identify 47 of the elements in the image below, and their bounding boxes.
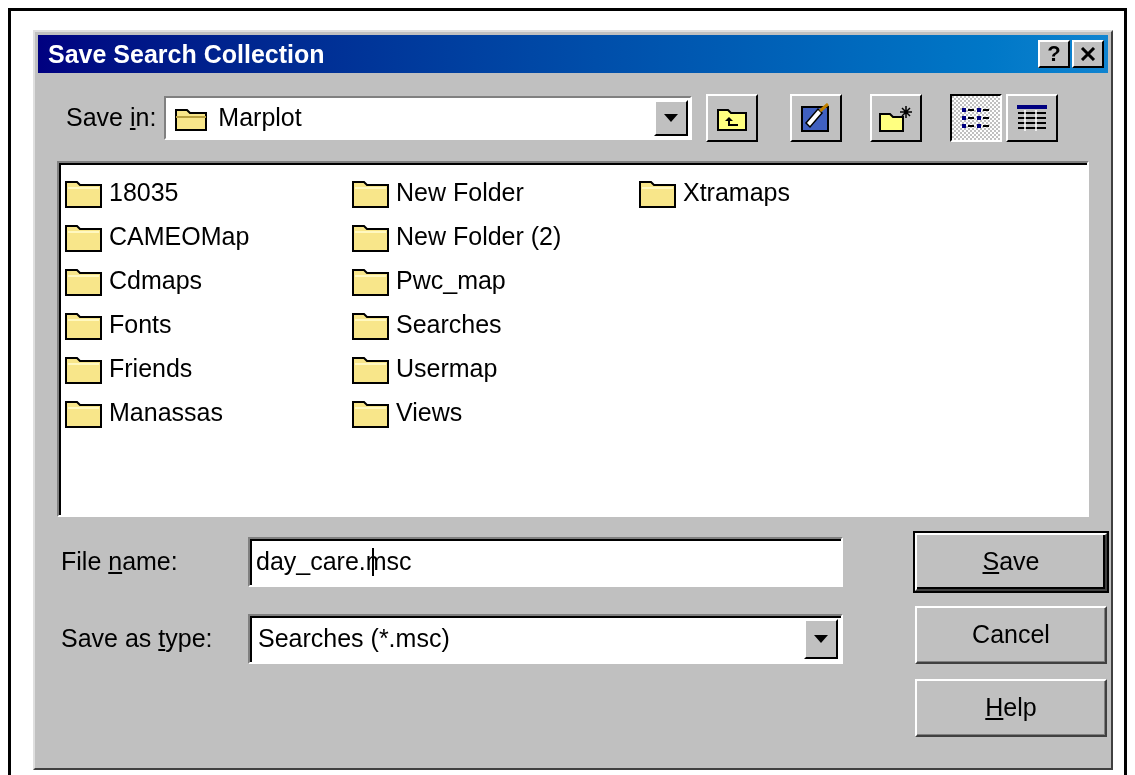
folder-icon [352, 266, 390, 296]
window-title: Save Search Collection [48, 41, 325, 67]
dialog-button[interactable]: Cancel [915, 606, 1107, 664]
folder-item[interactable]: Manassas [65, 391, 352, 435]
caret-icon [664, 114, 679, 122]
save-as-type-value: Searches (*.msc) [258, 623, 451, 655]
folder-icon [639, 178, 677, 208]
toolbar-button[interactable] [950, 94, 1003, 142]
folder-icon [352, 398, 390, 428]
folder-icon [352, 354, 390, 384]
folder-item[interactable]: New Folder (2) [352, 215, 639, 259]
folder-icon [65, 266, 103, 296]
folder-item[interactable]: Views [352, 391, 639, 435]
save-in-value: Marplot [218, 102, 303, 134]
folder-icon [65, 222, 103, 252]
folder-icon [65, 178, 103, 208]
file-name-label: File name: [61, 546, 179, 578]
close-button[interactable] [1072, 40, 1104, 68]
folder-icon [65, 354, 103, 384]
folder-item[interactable]: Cdmaps [65, 259, 352, 303]
folder-icon [352, 178, 390, 208]
dialog-button[interactable]: Help [915, 679, 1107, 737]
caret-icon [814, 635, 828, 643]
folder-item[interactable]: Friends [65, 347, 352, 391]
folder-item[interactable]: Xtramaps [639, 171, 926, 215]
close-icon [1080, 47, 1096, 61]
folder-icon [65, 310, 103, 340]
folder-item[interactable]: New Folder [352, 171, 639, 215]
save-in-dropdown[interactable]: Marplot [164, 96, 693, 140]
folder-item[interactable]: Searches [352, 303, 639, 347]
folder-icon [352, 222, 390, 252]
folder-item[interactable]: CAMEOMap [65, 215, 352, 259]
save-as-type-dropdown[interactable]: Searches (*.msc) [248, 614, 843, 664]
folder-item[interactable]: Usermap [352, 347, 639, 391]
new-folder-icon [879, 104, 914, 132]
folder-item[interactable]: Pwc_map [352, 259, 639, 303]
folder-item[interactable]: 18035 [65, 171, 352, 215]
folder-item[interactable]: Fonts [65, 303, 352, 347]
folder-icon [65, 398, 103, 428]
details-view-icon [1016, 104, 1049, 132]
dialog-button[interactable]: Save [915, 533, 1107, 591]
help-button[interactable]: ? [1038, 40, 1070, 68]
dropdown-arrow-button[interactable] [654, 100, 689, 136]
dropdown-arrow-button[interactable] [804, 619, 838, 659]
save-in-label: Save in: [66, 102, 157, 134]
folder-icon [352, 310, 390, 340]
save-as-type-label: Save as type: [61, 623, 214, 655]
